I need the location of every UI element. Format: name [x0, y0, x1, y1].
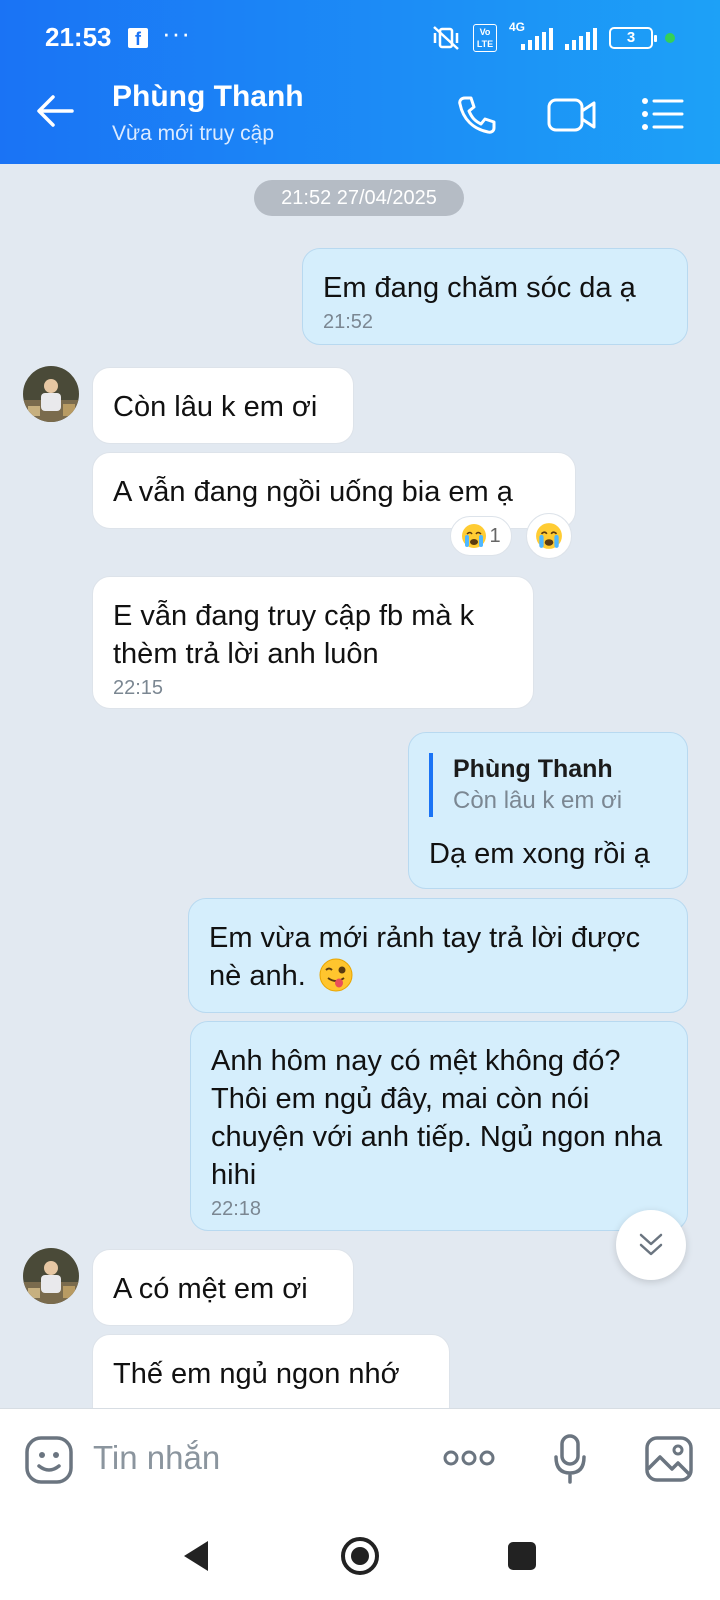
- message-text: Anh hôm nay có mệt không đó? Thôi em ngủ…: [211, 1045, 663, 1191]
- contact-avatar[interactable]: [23, 366, 79, 422]
- quoted-sender: Phùng Thanh: [453, 755, 613, 783]
- message-outgoing[interactable]: Anh hôm nay có mệt không đó? Thôi em ngủ…: [190, 1021, 688, 1231]
- menu-list-icon[interactable]: [640, 94, 684, 134]
- message-time: 21:52: [323, 311, 374, 333]
- crying-face-icon: [536, 523, 562, 549]
- contact-avatar[interactable]: [23, 1248, 79, 1304]
- message-text: Em đang chăm sóc da ạ: [323, 272, 636, 304]
- facebook-notification-icon: f: [128, 28, 148, 49]
- image-gallery-icon[interactable]: [644, 1435, 694, 1483]
- phone-call-icon[interactable]: [456, 94, 498, 136]
- message-incoming[interactable]: Thế em ngủ ngon nhớ: [92, 1334, 450, 1408]
- back-arrow-icon[interactable]: [36, 94, 74, 128]
- message-incoming[interactable]: Còn lâu k em ơi: [92, 367, 354, 444]
- nav-back-icon[interactable]: [180, 1538, 212, 1574]
- message-outgoing-reply[interactable]: Phùng Thanh Còn lâu k em ơi Dạ em xong r…: [408, 732, 688, 889]
- nav-home-icon[interactable]: [340, 1536, 380, 1576]
- chat-header: 21:53 f ··· Vo LTE 4G 3 Phùng Thanh Vừa …: [0, 0, 720, 164]
- message-incoming[interactable]: E vẫn đang truy cập fb mà k thèm trả lời…: [92, 576, 534, 709]
- crying-face-icon: [462, 524, 487, 548]
- signal-4g: 4G: [509, 20, 553, 50]
- quoted-message[interactable]: Phùng Thanh Còn lâu k em ơi: [429, 753, 667, 817]
- message-text: Em vừa mới rảnh tay trả lời được nè anh.: [209, 922, 641, 992]
- message-text: Còn lâu k em ơi: [113, 391, 318, 423]
- scroll-to-bottom-button[interactable]: [616, 1210, 686, 1280]
- message-incoming[interactable]: A vẫn đang ngồi uống bia em ạ: [92, 452, 576, 529]
- message-text: Thế em ngủ ngon nhớ: [113, 1358, 400, 1390]
- message-text: A vẫn đang ngồi uống bia em ạ: [113, 476, 513, 508]
- message-text: E vẫn đang truy cập fb mà k thèm trả lời…: [113, 600, 475, 670]
- sticker-emoji-icon[interactable]: [24, 1435, 74, 1485]
- contact-name[interactable]: Phùng Thanh: [112, 80, 304, 114]
- nav-recents-icon[interactable]: [506, 1540, 538, 1572]
- battery-icon: 3: [609, 27, 657, 49]
- volte-icon: Vo LTE: [473, 24, 497, 52]
- privacy-indicator-icon: [665, 33, 675, 43]
- date-separator: 21:52 27/04/2025: [254, 180, 464, 216]
- double-chevron-down-icon: [639, 1233, 663, 1256]
- message-text: A có mệt em ơi: [113, 1273, 308, 1305]
- status-time: 21:53: [45, 22, 112, 52]
- add-reaction-button[interactable]: [526, 513, 572, 559]
- message-input[interactable]: Tin nhắn: [93, 1439, 220, 1477]
- message-list[interactable]: 21:52 27/04/2025 Em đang chăm sóc da ạ 2…: [0, 164, 720, 1408]
- message-outgoing[interactable]: Em đang chăm sóc da ạ 21:52: [302, 248, 688, 345]
- reaction-count: 1: [489, 524, 501, 547]
- more-options-icon[interactable]: [442, 1447, 496, 1469]
- message-text: Dạ em xong rồi ạ: [429, 838, 650, 870]
- message-time: 22:15: [113, 677, 164, 699]
- message-time: 22:18: [211, 1198, 262, 1220]
- message-incoming[interactable]: A có mệt em ơi: [92, 1249, 354, 1326]
- more-notifications-icon: ···: [162, 18, 191, 48]
- video-call-icon[interactable]: [546, 94, 598, 136]
- vibrate-mute-icon: [433, 26, 459, 50]
- status-right: Vo LTE 4G 3: [431, 20, 675, 52]
- status-bar: 21:53 f ··· Vo LTE 4G 3: [0, 0, 720, 78]
- winking-tongue-emoji-icon: [319, 958, 353, 992]
- avatar-photo: [23, 1248, 79, 1304]
- quoted-text: Còn lâu k em ơi: [453, 787, 623, 814]
- network-type: 4G: [509, 20, 526, 34]
- message-outgoing[interactable]: Em vừa mới rảnh tay trả lời được nè anh.: [188, 898, 688, 1013]
- avatar-photo: [23, 366, 79, 422]
- system-navigation-bar: [0, 1508, 720, 1600]
- reaction-summary[interactable]: 1: [450, 516, 512, 556]
- message-input-bar: Tin nhắn: [0, 1408, 720, 1508]
- contact-status: Vừa mới truy cập: [112, 122, 275, 145]
- signal-bars-2-icon: [565, 26, 597, 50]
- microphone-icon[interactable]: [552, 1433, 588, 1485]
